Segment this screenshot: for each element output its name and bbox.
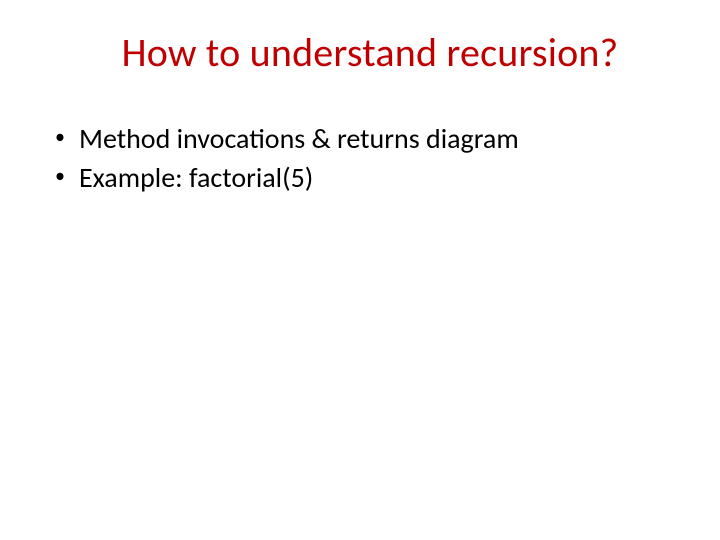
slide-title: How to understand recursion?	[75, 28, 665, 77]
slide-container: How to understand recursion? • Method in…	[0, 0, 720, 540]
list-item: • Method invocations & returns diagram	[55, 121, 665, 156]
bullet-icon: •	[55, 121, 79, 153]
bullet-text: Method invocations & returns diagram	[79, 121, 665, 156]
bullet-icon: •	[55, 160, 79, 192]
list-item: • Example: factorial(5)	[55, 160, 665, 195]
bullet-list: • Method invocations & returns diagram •…	[55, 121, 665, 195]
bullet-text: Example: factorial(5)	[79, 160, 665, 195]
